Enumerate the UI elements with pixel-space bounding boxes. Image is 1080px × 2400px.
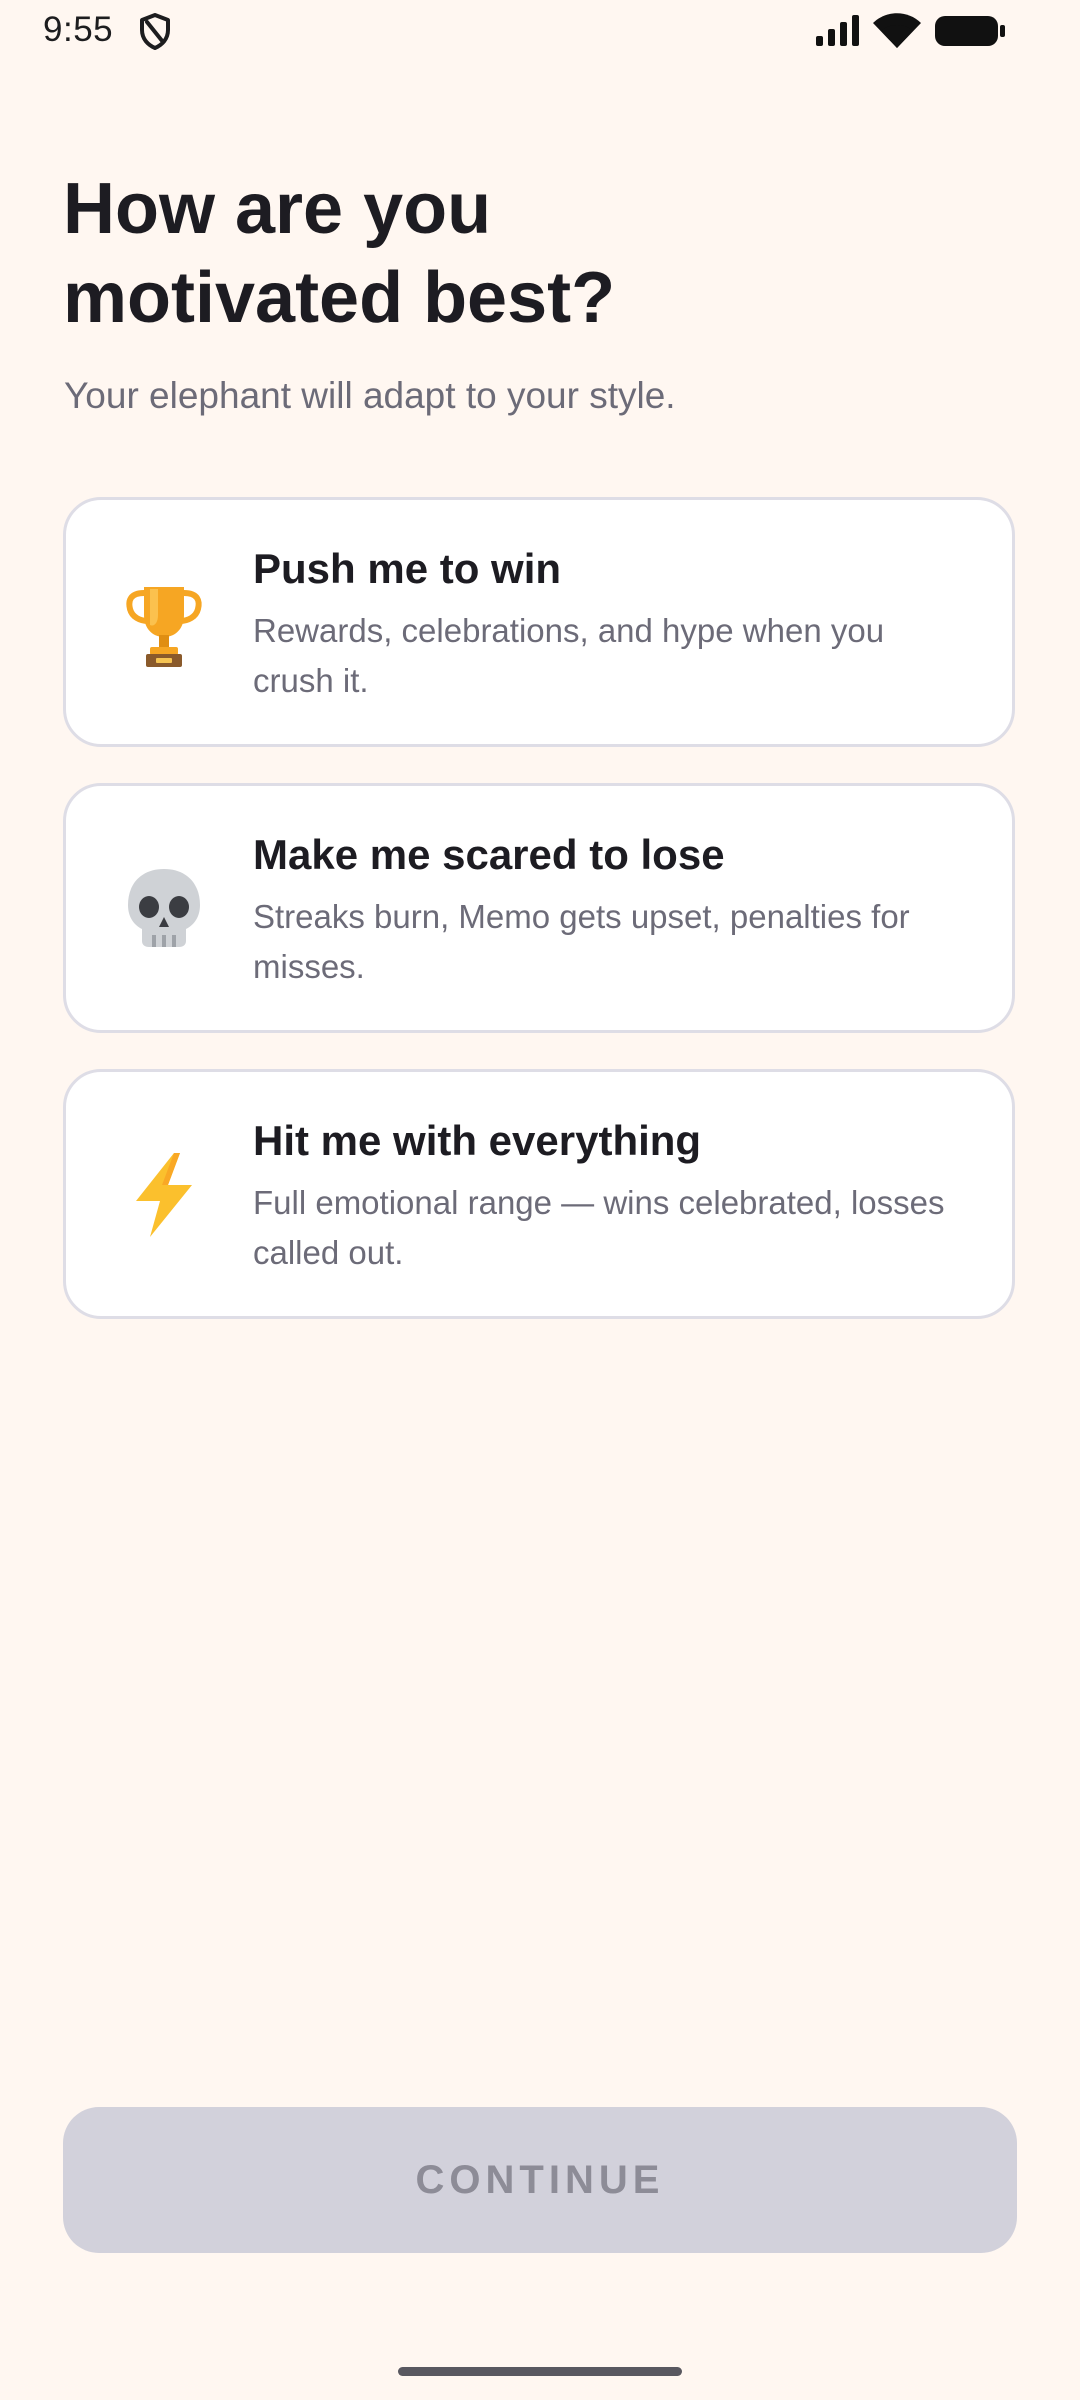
shield-icon [140, 13, 170, 50]
page-subtitle: Your elephant will adapt to your style. [64, 375, 676, 416]
status-time: 9:55 [43, 10, 114, 49]
lightning-icon [136, 1153, 192, 1237]
status-bar: 9:55 [0, 0, 1080, 62]
battery-icon [935, 16, 1005, 46]
option-description: Full emotional range — wins celebrated, … [253, 1184, 945, 1271]
option-card-everything[interactable]: Hit me with everything Full emotional ra… [63, 1069, 1015, 1319]
option-card-push-to-win[interactable]: Push me to win Rewards, celebrations, an… [63, 497, 1015, 747]
option-description: Streaks burn, Memo gets upset, penalties… [253, 898, 910, 985]
home-indicator[interactable] [398, 2367, 682, 2376]
signal-icon [816, 15, 859, 46]
trophy-icon [126, 587, 202, 667]
skull-icon [128, 869, 200, 947]
option-title: Push me to win [253, 545, 562, 592]
continue-button[interactable]: CONTINUE [63, 2107, 1017, 2253]
wifi-icon [873, 13, 921, 48]
option-card-scared-to-lose[interactable]: Make me scared to lose Streaks burn, Mem… [63, 783, 1015, 1033]
option-title: Make me scared to lose [253, 831, 725, 878]
option-description: Rewards, celebrations, and hype when you… [253, 612, 885, 699]
page-title: How are you motivated best? [63, 169, 616, 338]
option-title: Hit me with everything [253, 1117, 702, 1164]
